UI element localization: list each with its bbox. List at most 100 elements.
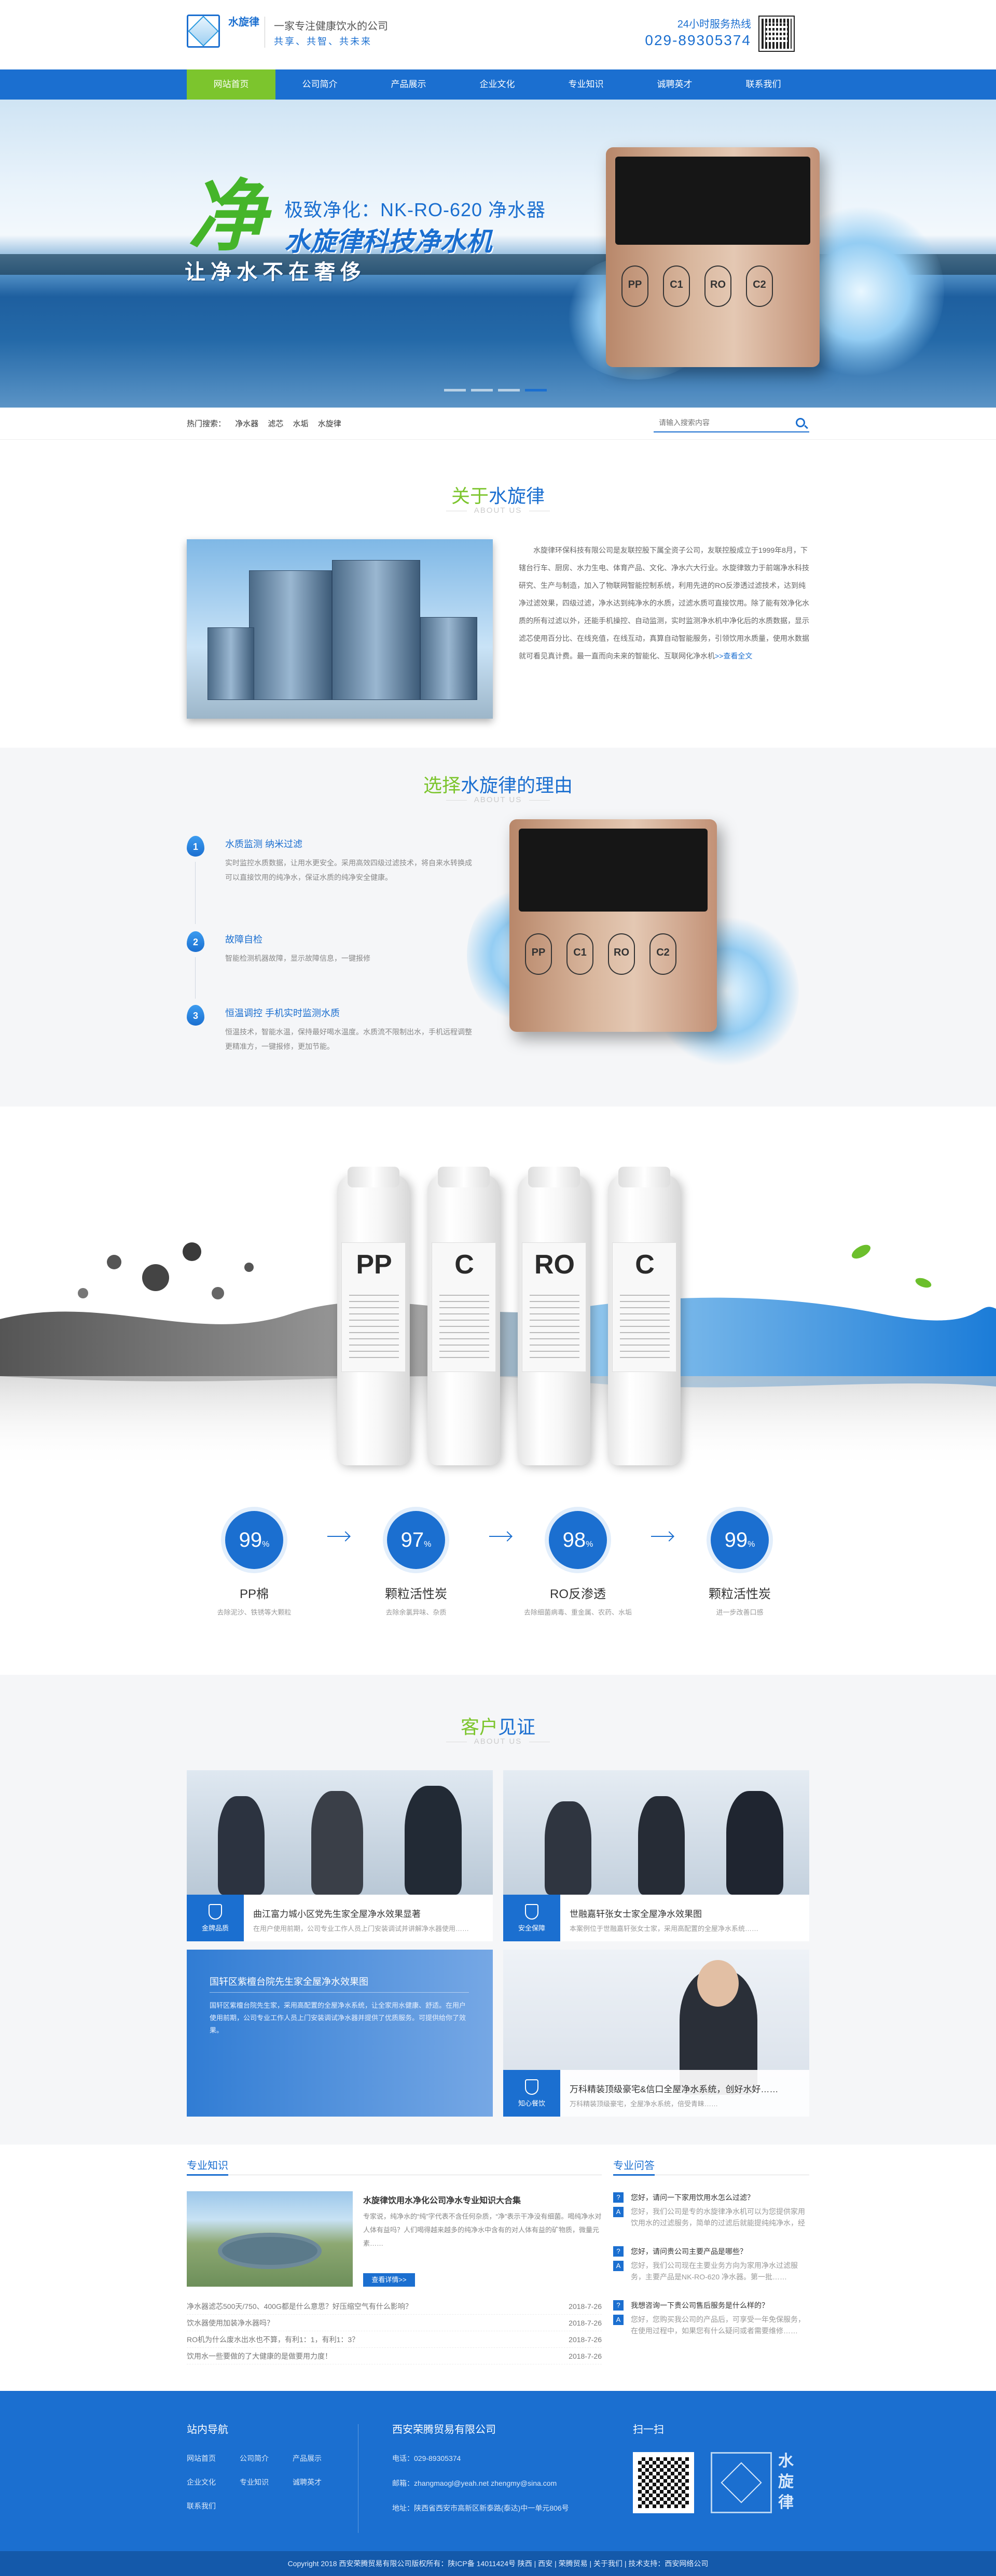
banner-subtitle: 极致净化：NK-RO-620 净水器 — [284, 199, 546, 220]
list-item[interactable]: 净水器滤芯500天/750、400G都是什么意思？好压缩空气有什么影响？ 2018… — [187, 2298, 602, 2315]
step-desc: 去除泥沙、铁锈等大颗粒 — [217, 1608, 292, 1616]
nav-contact[interactable]: 联系我们 — [719, 69, 808, 100]
nav-knowledge[interactable]: 专业知识 — [542, 69, 630, 100]
carousel-dot[interactable] — [444, 389, 466, 391]
quality-icon: 金牌品质 — [187, 1895, 244, 1941]
case-photo — [503, 1770, 809, 1895]
step-desc: 进一步改善口感 — [716, 1608, 764, 1616]
search-icon[interactable] — [796, 418, 805, 427]
filter-label: C2 — [649, 933, 676, 975]
case-title[interactable]: 世融嘉轩张女士家全屋净水效果图 — [570, 1907, 798, 1920]
qa-heading[interactable]: 专业问答 — [613, 2157, 655, 2172]
about-title: 关于水旋律 — [451, 485, 545, 507]
logo-icon[interactable] — [187, 15, 220, 48]
qa-item[interactable]: ? 您好，请问一下家用饮用水怎么过滤？ A 您好，我们公司是专的水旋律净水机可以为您… — [613, 2191, 809, 2230]
water-treatment-image — [187, 2191, 353, 2287]
qa-item[interactable]: ? 我想咨询一下贵公司售后服务是什么样的？ A 您好，您购买我公司的产品后，可享受一… — [613, 2299, 809, 2337]
reason-desc: 智能检测机器故障，显示故障信息，一键报修 — [225, 954, 370, 962]
carousel-dot[interactable] — [498, 389, 520, 391]
read-more-link[interactable]: >>查看全文 — [715, 652, 752, 660]
footer-link[interactable]: 专业知识 — [240, 2477, 269, 2487]
step-percent: 99% — [711, 1511, 769, 1569]
footer-link[interactable]: 网站首页 — [187, 2453, 216, 2463]
case-title[interactable]: 曲江富力城小区党先生家全屋净水效果显著 — [253, 1907, 481, 1920]
footer-link[interactable]: 企业文化 — [187, 2477, 216, 2487]
view-details-button[interactable]: 查看详情>> — [363, 2273, 415, 2287]
about-section: 关于水旋律 ABOUT US 水旋律环保科技有限公司是友联控股下属全资子公司，友… — [0, 440, 996, 748]
footer-link[interactable]: 公司简介 — [240, 2453, 269, 2463]
site-footer: 站内导航 网站首页 公司简介 产品展示 企业文化 专业知识 诚聘英才 联系我们 … — [0, 2391, 996, 2551]
search-box — [654, 415, 809, 432]
nav-home[interactable]: 网站首页 — [187, 69, 275, 100]
filter-label: RO — [704, 265, 731, 307]
knowledge-feature-title[interactable]: 水旋律饮用水净化公司净水专业知识大合集 — [363, 2193, 521, 2206]
footer-nav-heading: 站内导航 — [187, 2424, 228, 2435]
filter-step: 97% 颗粒活性炭 去除余氯异味、杂质 — [354, 1511, 478, 1618]
nav-culture[interactable]: 企业文化 — [453, 69, 542, 100]
list-item[interactable]: 饮用水一些要做的了大健康的是做要用力度！ 2018-7-26 — [187, 2348, 602, 2364]
step-percent: 98% — [549, 1511, 607, 1569]
hotline-label: 24小时服务热线 — [677, 19, 751, 30]
qa-item[interactable]: ? 您好，请问贵公司主要产品是哪些？ A 您好，我们公司现在主要业务方向为家用净水过… — [613, 2245, 809, 2284]
step-desc: 去除余氯异味、杂质 — [385, 1608, 447, 1616]
footer-logo-text: 水旋律 — [778, 2453, 794, 2511]
carousel-dot[interactable] — [471, 389, 493, 391]
knowledge-list: 净水器滤芯500天/750、400G都是什么意思？好压缩空气有什么影响？ 2018… — [187, 2298, 602, 2364]
filter-label: PP — [621, 265, 648, 307]
case-desc: 在用户使用前期，公司专业工作人员上门安装调试并讲解净水器使用…… — [253, 1925, 469, 1933]
case-title[interactable]: 万科精装顶级豪宅&信口全屋净水系统，创好水好…… — [570, 2082, 798, 2095]
hotline-number: 029-89305374 — [645, 32, 751, 48]
filter-stages-section: PP C RO C 99% PP棉 去除泥沙、铁锈等大颗粒 97% 颗粒活性炭 … — [0, 1107, 996, 1675]
banner-title: 水旋律科技净水机 — [284, 227, 492, 256]
case-card[interactable]: 安全保障 世融嘉轩张女士家全屋净水效果图 本案例位于世融嘉轩张女士家，采用高配置… — [503, 1770, 809, 1941]
case-title[interactable]: 国轩区紫檀台院先生家全屋净水效果图 — [210, 1975, 469, 1988]
hot-keyword[interactable]: 水旋律 — [318, 419, 341, 428]
hot-keywords-label: 热门搜索： — [187, 419, 226, 428]
carousel-dot-active[interactable] — [525, 389, 547, 391]
qr-code-icon — [633, 2452, 694, 2513]
list-item[interactable]: 饮水器使用加装净水器吗？ 2018-7-26 — [187, 2315, 602, 2331]
step-percent: 99% — [225, 1511, 283, 1569]
footer-link[interactable]: 诚聘英才 — [293, 2477, 322, 2487]
hot-keyword[interactable]: 净水器 — [235, 419, 258, 428]
case-card-featured[interactable]: 国轩区紫檀台院先生家全屋净水效果图 国轩区紫檀台院先生家，采用高配置的全屋净水系… — [187, 1950, 493, 2117]
reasons-section: 选择水旋律的理由 ABOUT US 1 水质监测 纳米过滤 实时监控水质数据，让… — [0, 748, 996, 1107]
hot-keyword[interactable]: 水垢 — [293, 419, 309, 428]
case-card[interactable]: 金牌品质 曲江富力城小区党先生家全屋净水效果显著 在用户使用前期，公司专业工作人… — [187, 1770, 493, 1941]
search-bar-section: 热门搜索： 净水器 滤芯 水垢 水旋律 — [0, 408, 996, 440]
copyright-bar: Copyright 2018 西安荣腾贸易有限公司版权所有：陕ICP备 1401… — [0, 2551, 996, 2576]
question-icon: ? — [613, 2246, 624, 2257]
hero-banner[interactable]: 净 极致净化：NK-RO-620 净水器 水旋律科技净水机 让净水不在奢侈 PP… — [0, 100, 996, 408]
knowledge-heading[interactable]: 专业知识 — [187, 2157, 228, 2172]
reason-desc: 恒温技术，智能水温，保持最好喝水温度。水质流不限制出水，手机远程调整更精准方，一… — [225, 1028, 472, 1051]
about-subtitle: ABOUT US — [0, 506, 996, 515]
filter-label: C1 — [566, 933, 593, 975]
filter-label: PP — [525, 933, 552, 975]
arrow-right-icon — [327, 1536, 349, 1537]
case-photo — [187, 1770, 493, 1895]
logo-text[interactable]: 水旋律 — [228, 16, 261, 29]
footer-link[interactable]: 联系我们 — [187, 2501, 216, 2511]
arrow-right-icon — [651, 1536, 673, 1537]
cases-title: 客户见证 — [460, 1716, 536, 1738]
hot-keyword[interactable]: 滤芯 — [268, 419, 283, 428]
reason-title: 水质监测 纳米过滤 — [225, 839, 303, 849]
nav-about[interactable]: 公司简介 — [275, 69, 364, 100]
reason-desc: 实时监控水质数据，让用水更安全。采用高效四级过滤技术，将自来水转换成可以直接饮用… — [225, 859, 472, 881]
nav-products[interactable]: 产品展示 — [364, 69, 453, 100]
footer-company: 西安荣腾贸易有限公司 — [392, 2424, 496, 2435]
case-card[interactable]: 知心餐饮 万科精装顶级豪宅&信口全屋净水系统，创好水好…… 万科精装顶级豪宅，全… — [503, 1950, 809, 2117]
filter-cartridge: C — [608, 1167, 681, 1465]
carousel-dots — [444, 389, 547, 391]
filter-cartridge: PP — [337, 1167, 410, 1465]
search-input[interactable] — [654, 415, 783, 430]
footer-link[interactable]: 产品展示 — [293, 2453, 322, 2463]
filter-label: RO — [608, 933, 635, 975]
purifier-display — [519, 829, 708, 912]
filter-step: 99% 颗粒活性炭 进一步改善口感 — [677, 1511, 802, 1618]
site-header: 水旋律 一家专注健康饮水的公司 共享、共智、共未来 24小时服务热线 029-8… — [0, 0, 996, 69]
reason-title: 故障自检 — [225, 934, 262, 945]
banner-big-char: 净 — [188, 173, 266, 260]
nav-jobs[interactable]: 诚聘英才 — [630, 69, 719, 100]
list-item[interactable]: RO机为什么废水出水也不算，有利1：1，有利1：3？ 2018-7-26 — [187, 2331, 602, 2348]
